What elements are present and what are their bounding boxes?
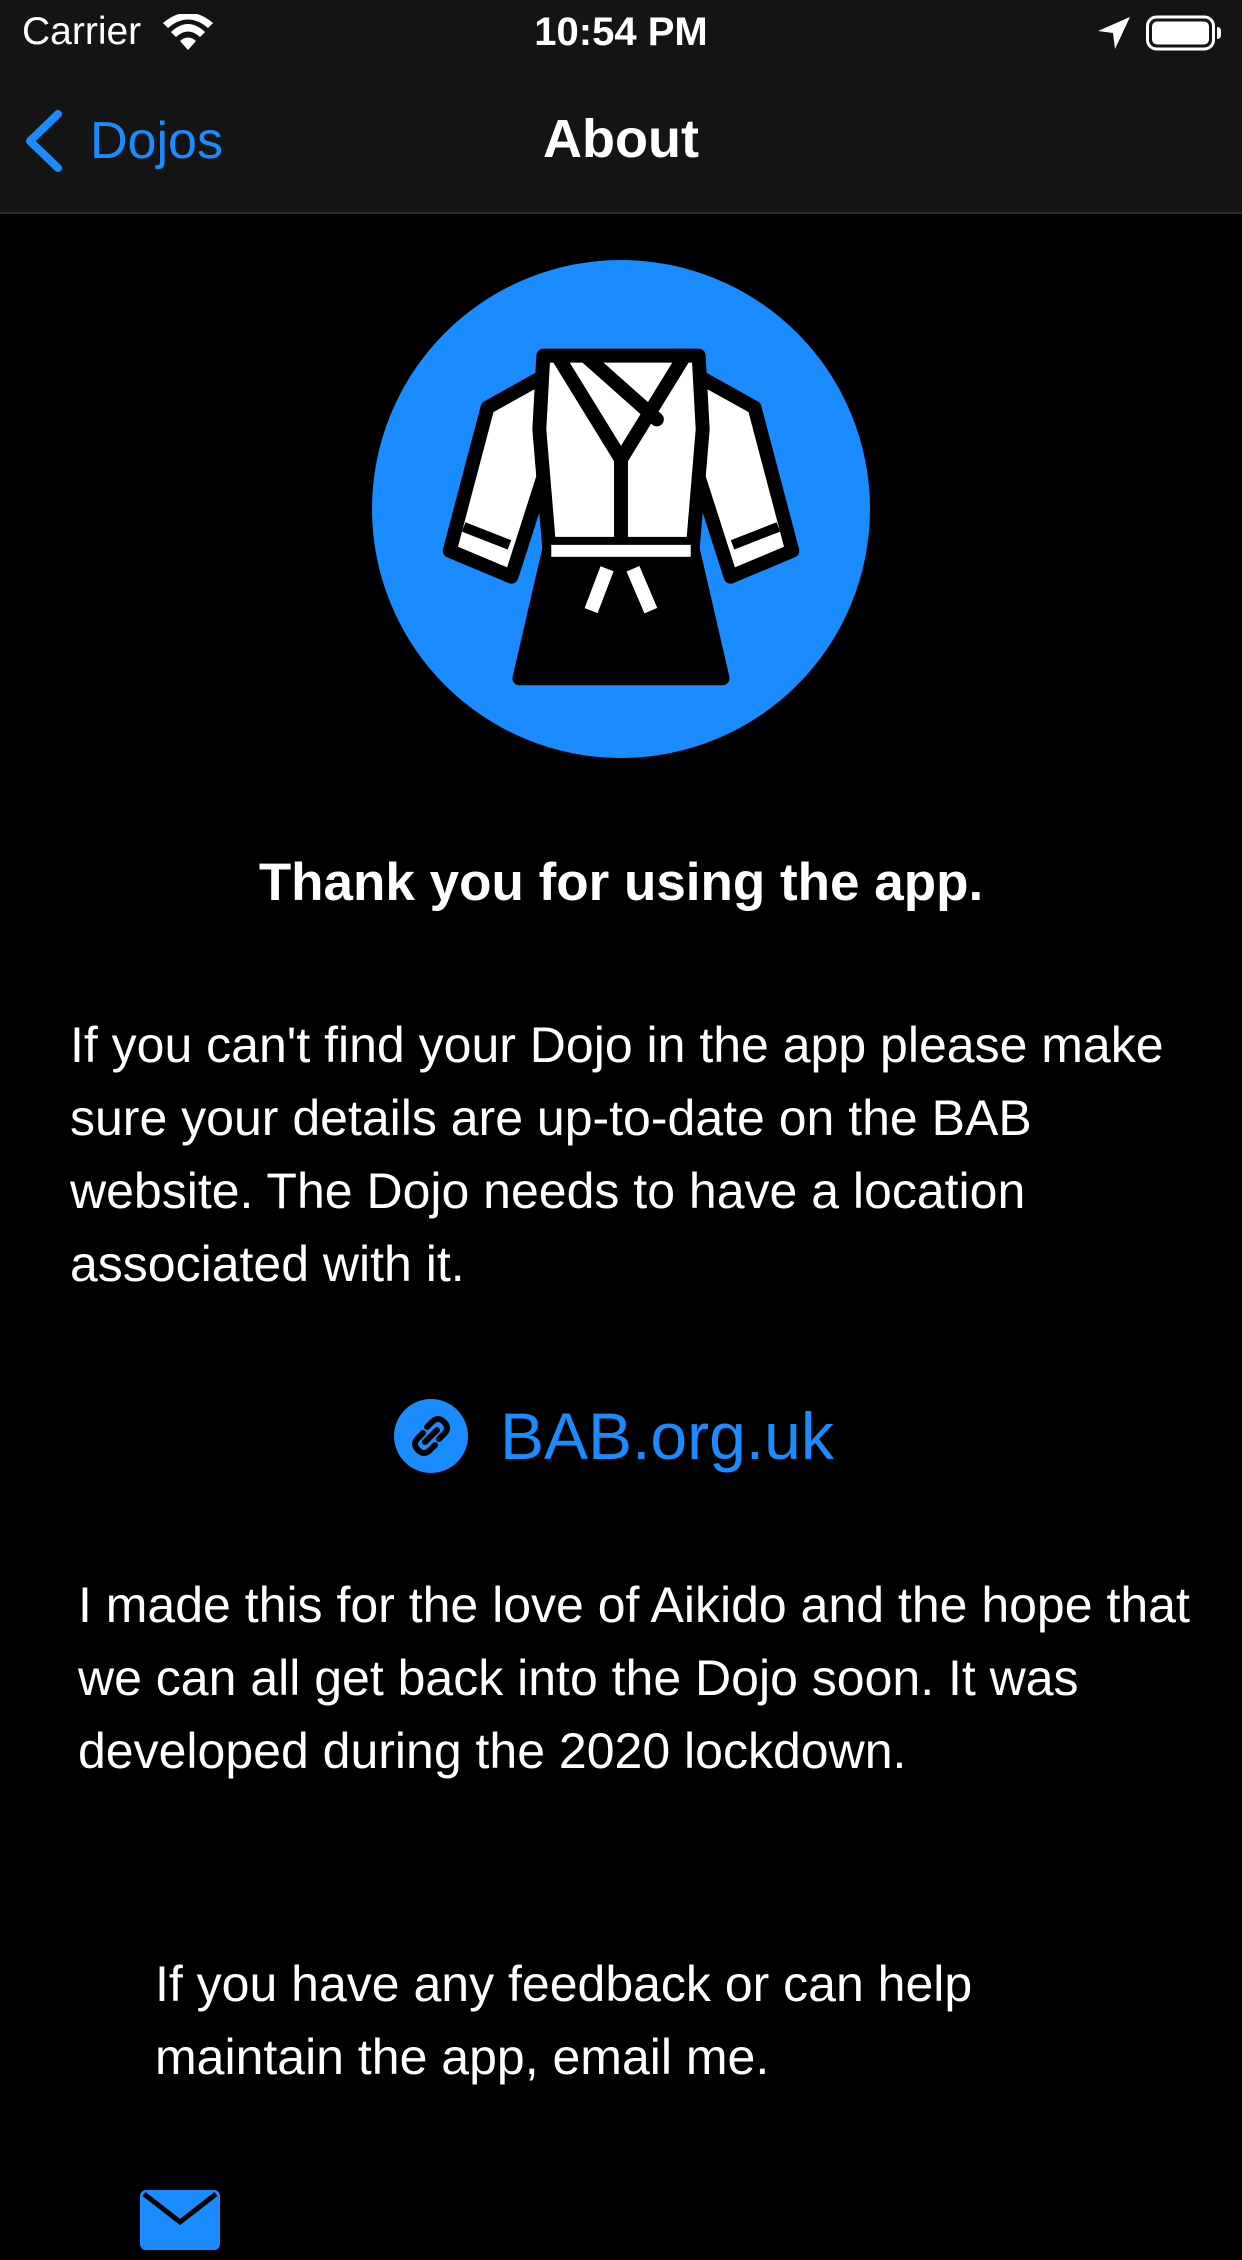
- email-link[interactable]: [140, 2180, 220, 2260]
- envelope-icon: [140, 2190, 220, 2250]
- karate-gi-icon: [372, 260, 870, 758]
- status-bar: Carrier 10:54 PM: [0, 0, 1242, 66]
- battery-icon: [1146, 15, 1221, 51]
- thank-you-heading: Thank you for using the app.: [258, 853, 984, 912]
- feedback-paragraph: If you have any feedback or can help mai…: [155, 1956, 973, 2085]
- navigation-bar: Dojos About: [0, 66, 1242, 214]
- dojo-info-paragraph: If you can't find your Dojo in the app p…: [70, 1017, 1164, 1292]
- location-arrow-icon: [1098, 17, 1130, 49]
- about-developer-paragraph: I made this for the love of Aikido and t…: [78, 1577, 1190, 1779]
- status-time: 10:54 PM: [534, 10, 708, 54]
- page-title: About: [543, 109, 699, 169]
- link-icon: [394, 1399, 468, 1473]
- website-link[interactable]: BAB.org.uk: [394, 1396, 834, 1476]
- website-link-label: BAB.org.uk: [500, 1399, 834, 1473]
